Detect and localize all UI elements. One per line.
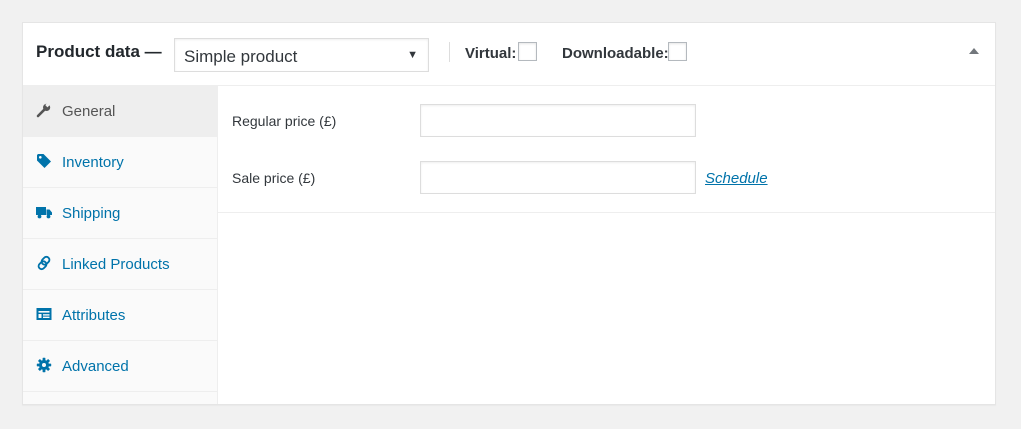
general-options-panel: Regular price (£) Sale price (£) Schedul… xyxy=(218,86,995,213)
schedule-link[interactable]: Schedule xyxy=(705,170,768,187)
dropdown-arrow-icon: ▼ xyxy=(407,49,418,61)
product-type-select[interactable]: Simple product ▼ xyxy=(174,38,429,72)
product-data-panel: Product data — Simple product ▼ Virtual:… xyxy=(22,22,996,405)
tab-label: Linked Products xyxy=(62,256,170,273)
tab-inventory[interactable]: Inventory xyxy=(23,137,217,188)
tab-shipping[interactable]: Shipping xyxy=(23,188,217,239)
collapse-toggle-icon[interactable] xyxy=(967,44,981,58)
regular-price-label: Regular price (£) xyxy=(232,113,337,129)
regular-price-input[interactable] xyxy=(420,104,696,137)
tab-label: Attributes xyxy=(62,307,126,324)
tab-label: Inventory xyxy=(62,154,124,171)
tab-label: Advanced xyxy=(62,358,129,375)
sale-price-label: Sale price (£) xyxy=(232,170,316,186)
virtual-checkbox[interactable] xyxy=(518,42,537,61)
tab-general[interactable]: General xyxy=(23,86,217,137)
tab-advanced[interactable]: Advanced xyxy=(23,341,217,392)
tab-linked-products[interactable]: Linked Products xyxy=(23,239,217,290)
product-type-value: Simple product xyxy=(184,47,298,66)
panel-title: Product data — xyxy=(36,42,162,61)
truck-icon xyxy=(36,207,52,219)
tab-attributes[interactable]: Attributes xyxy=(23,290,217,341)
tab-label: Shipping xyxy=(62,205,121,222)
downloadable-label: Downloadable: xyxy=(562,45,669,62)
gear-icon xyxy=(36,357,52,373)
virtual-label: Virtual: xyxy=(465,45,517,62)
wrench-icon xyxy=(36,102,51,118)
sale-price-input[interactable] xyxy=(420,161,696,194)
list-card-icon xyxy=(36,308,52,320)
panel-header: Product data — Simple product ▼ Virtual:… xyxy=(23,23,995,86)
downloadable-checkbox[interactable] xyxy=(668,42,687,61)
header-divider xyxy=(449,42,450,62)
product-data-tabs: General Inventory Shipping Linked Produc… xyxy=(23,86,218,404)
link-icon xyxy=(37,255,51,271)
tag-icon xyxy=(37,154,51,168)
tab-label: General xyxy=(62,103,116,120)
